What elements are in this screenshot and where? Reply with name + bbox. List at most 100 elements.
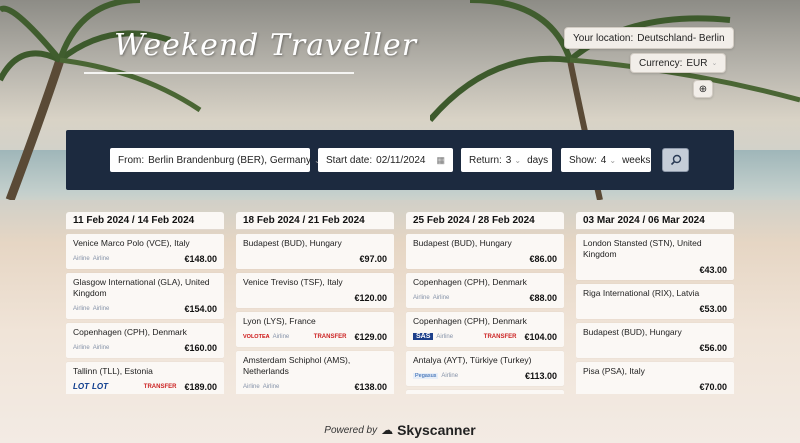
flight-price: €160.00 bbox=[184, 342, 217, 353]
chevron-down-icon: ⌄ bbox=[609, 155, 617, 165]
chevron-down-icon: ⌄ bbox=[514, 155, 522, 165]
search-button[interactable] bbox=[662, 148, 689, 172]
powered-by-footer[interactable]: Powered by ☁ Skyscanner bbox=[0, 422, 800, 438]
calendar-icon[interactable]: ▦ bbox=[436, 155, 445, 166]
flight-price: €104.00 bbox=[524, 331, 557, 342]
flight-destination: Copenhagen (CPH), Denmark bbox=[413, 316, 527, 326]
flight-card[interactable]: Glasgow International (GLA), United King… bbox=[66, 273, 224, 319]
week-header: 03 Mar 2024 / 06 Mar 2024 bbox=[576, 212, 734, 230]
flight-card[interactable]: Budapest (BUD), Hungary €86.00 bbox=[406, 234, 564, 269]
airline-logos: Airline Airline bbox=[413, 295, 449, 301]
flight-list[interactable]: Budapest (BUD), Hungary €86.00 Copenhagen … bbox=[406, 234, 564, 394]
airline-logos: Airline Airline bbox=[73, 256, 109, 262]
locate-me-button[interactable]: ⊕ bbox=[693, 80, 713, 98]
airline-logo: Airline bbox=[243, 383, 260, 390]
flight-card[interactable]: Copenhagen (CPH), Denmark Airline Airline €… bbox=[406, 273, 564, 308]
skyscanner-logo-icon: ☁ bbox=[381, 423, 394, 437]
flight-destination: Copenhagen (CPH), Denmark bbox=[73, 327, 187, 337]
flight-meta: €53.00 bbox=[583, 301, 727, 316]
flight-card[interactable]: Lyon (LYS), France VOLOTEA Airline TRANSFER… bbox=[236, 312, 394, 347]
flight-price: €86.00 bbox=[529, 253, 557, 264]
airline-logo: Airline bbox=[441, 372, 459, 379]
flight-card[interactable]: Tallinn (TLL), Estonia LOT LOT TRANSFER €189… bbox=[66, 362, 224, 394]
flight-card[interactable]: Copenhagen (CPH), Denmark Airline Airline €… bbox=[66, 323, 224, 358]
airline-logo: Airline bbox=[92, 305, 110, 312]
flight-list[interactable]: London Stansted (STN), United Kingdom €43… bbox=[576, 234, 734, 394]
week-header: 11 Feb 2024 / 14 Feb 2024 bbox=[66, 212, 224, 230]
logo-underline bbox=[84, 72, 354, 74]
currency-label: Currency: bbox=[639, 57, 683, 69]
flight-destination: Amsterdam Schiphol (AMS), Netherlands bbox=[243, 355, 351, 376]
flight-list[interactable]: Venice Marco Polo (VCE), Italy Airline Air… bbox=[66, 234, 224, 394]
airline-logos: Airline Airline bbox=[243, 384, 279, 390]
flight-destination: Tallinn (TLL), Estonia bbox=[73, 366, 153, 376]
airline-logo: Airline bbox=[436, 333, 454, 340]
airline-logo: Airline bbox=[92, 344, 110, 351]
return-label: Return: bbox=[469, 154, 502, 166]
flight-destination: Copenhagen (CPH), Denmark bbox=[413, 277, 527, 287]
from-select[interactable]: From: Berlin Brandenburg (BER), Germany … bbox=[110, 148, 321, 172]
flight-destination: Lyon (LYS), France bbox=[243, 316, 316, 326]
flight-destination: Budapest (BUD), Hungary bbox=[243, 238, 342, 248]
transfer-badge: TRANSFER bbox=[483, 333, 517, 340]
location-selector[interactable]: Your location: Deutschland- Berlin bbox=[564, 27, 734, 49]
airline-logo: Airline bbox=[262, 383, 280, 390]
flight-card[interactable]: London Stansted (STN), United Kingdom bbox=[406, 390, 564, 394]
week-column: 03 Mar 2024 / 06 Mar 2024 London Stansted… bbox=[576, 212, 734, 394]
flight-price: €97.00 bbox=[359, 253, 387, 264]
transfer-badge: TRANSFER bbox=[143, 383, 177, 390]
flight-card[interactable]: Budapest (BUD), Hungary €56.00 bbox=[576, 323, 734, 358]
week-column: 11 Feb 2024 / 14 Feb 2024 Venice Marco Po… bbox=[66, 212, 224, 394]
flight-price: €129.00 bbox=[354, 331, 387, 342]
search-icon bbox=[670, 154, 681, 166]
currency-selector[interactable]: Currency: EUR ⌄ bbox=[630, 53, 727, 73]
airline-logo: SAS bbox=[413, 333, 434, 340]
airline-logo: Airline bbox=[413, 294, 430, 301]
airline-logo: LOT bbox=[92, 382, 108, 391]
flight-card[interactable]: Antalya (AYT), Türkiye (Turkey) Pegasus Ai… bbox=[406, 351, 564, 386]
flight-card[interactable]: Venice Marco Polo (VCE), Italy Airline Air… bbox=[66, 234, 224, 269]
flight-card[interactable]: Amsterdam Schiphol (AMS), Netherlands Air… bbox=[236, 351, 394, 394]
flight-meta: €86.00 bbox=[413, 251, 557, 266]
airline-logos: LOT LOT bbox=[73, 382, 108, 391]
flight-meta: SAS Airline TRANSFER €104.00 bbox=[413, 329, 557, 344]
transfer-badge: TRANSFER bbox=[313, 333, 347, 340]
show-value: 4 bbox=[600, 154, 607, 166]
start-date-input[interactable]: Start date: 02/11/2024 ▦ bbox=[318, 148, 453, 172]
flight-list[interactable]: Budapest (BUD), Hungary €97.00 Venice Trev… bbox=[236, 234, 394, 394]
flight-price: €120.00 bbox=[354, 292, 387, 303]
flight-card[interactable]: London Stansted (STN), United Kingdom €43… bbox=[576, 234, 734, 280]
show-weeks-select[interactable]: Show: 4 ⌄ weeks bbox=[561, 148, 651, 172]
chevron-down-icon: ⌄ bbox=[711, 60, 718, 67]
flight-price: €43.00 bbox=[699, 264, 727, 275]
start-date-value: 02/11/2024 bbox=[376, 154, 426, 166]
flight-card[interactable]: Budapest (BUD), Hungary €97.00 bbox=[236, 234, 394, 269]
airline-logos: SAS Airline bbox=[413, 333, 453, 340]
airline-logo: Airline bbox=[432, 294, 450, 301]
flight-meta: €97.00 bbox=[243, 251, 387, 266]
start-date-label: Start date: bbox=[326, 154, 373, 166]
flight-meta: €43.00 bbox=[583, 262, 727, 277]
currency-value: EUR bbox=[686, 57, 708, 69]
flight-card[interactable]: Pisa (PSA), Italy €70.00 bbox=[576, 362, 734, 394]
flight-card[interactable]: Riga International (RIX), Latvia €53.00 bbox=[576, 284, 734, 319]
flight-meta: LOT LOT TRANSFER €189.00 bbox=[73, 379, 217, 394]
location-label: Your location: bbox=[573, 32, 634, 44]
flight-card[interactable]: Venice Treviso (TSF), Italy €120.00 bbox=[236, 273, 394, 308]
airline-logos: Airline Airline bbox=[73, 345, 109, 351]
airline-logo: Pegasus bbox=[413, 372, 439, 379]
flight-meta: €120.00 bbox=[243, 290, 387, 305]
return-unit: days bbox=[527, 154, 549, 166]
flight-destination: Glasgow International (GLA), United King… bbox=[73, 277, 210, 298]
app-logo: Weekend Traveller bbox=[114, 28, 418, 63]
flight-price: €189.00 bbox=[184, 381, 217, 392]
airline-logo: Airline bbox=[73, 255, 90, 262]
flight-price: €148.00 bbox=[184, 253, 217, 264]
flight-meta: Airline Airline €148.00 bbox=[73, 251, 217, 266]
flight-price: €70.00 bbox=[699, 381, 727, 392]
flight-card[interactable]: Copenhagen (CPH), Denmark SAS Airline TRANS… bbox=[406, 312, 564, 347]
return-value: 3 bbox=[505, 154, 512, 166]
airline-logo: LOT bbox=[73, 382, 89, 391]
return-days-select[interactable]: Return: 3 ⌄ days bbox=[461, 148, 552, 172]
flight-destination: Riga International (RIX), Latvia bbox=[583, 288, 700, 298]
